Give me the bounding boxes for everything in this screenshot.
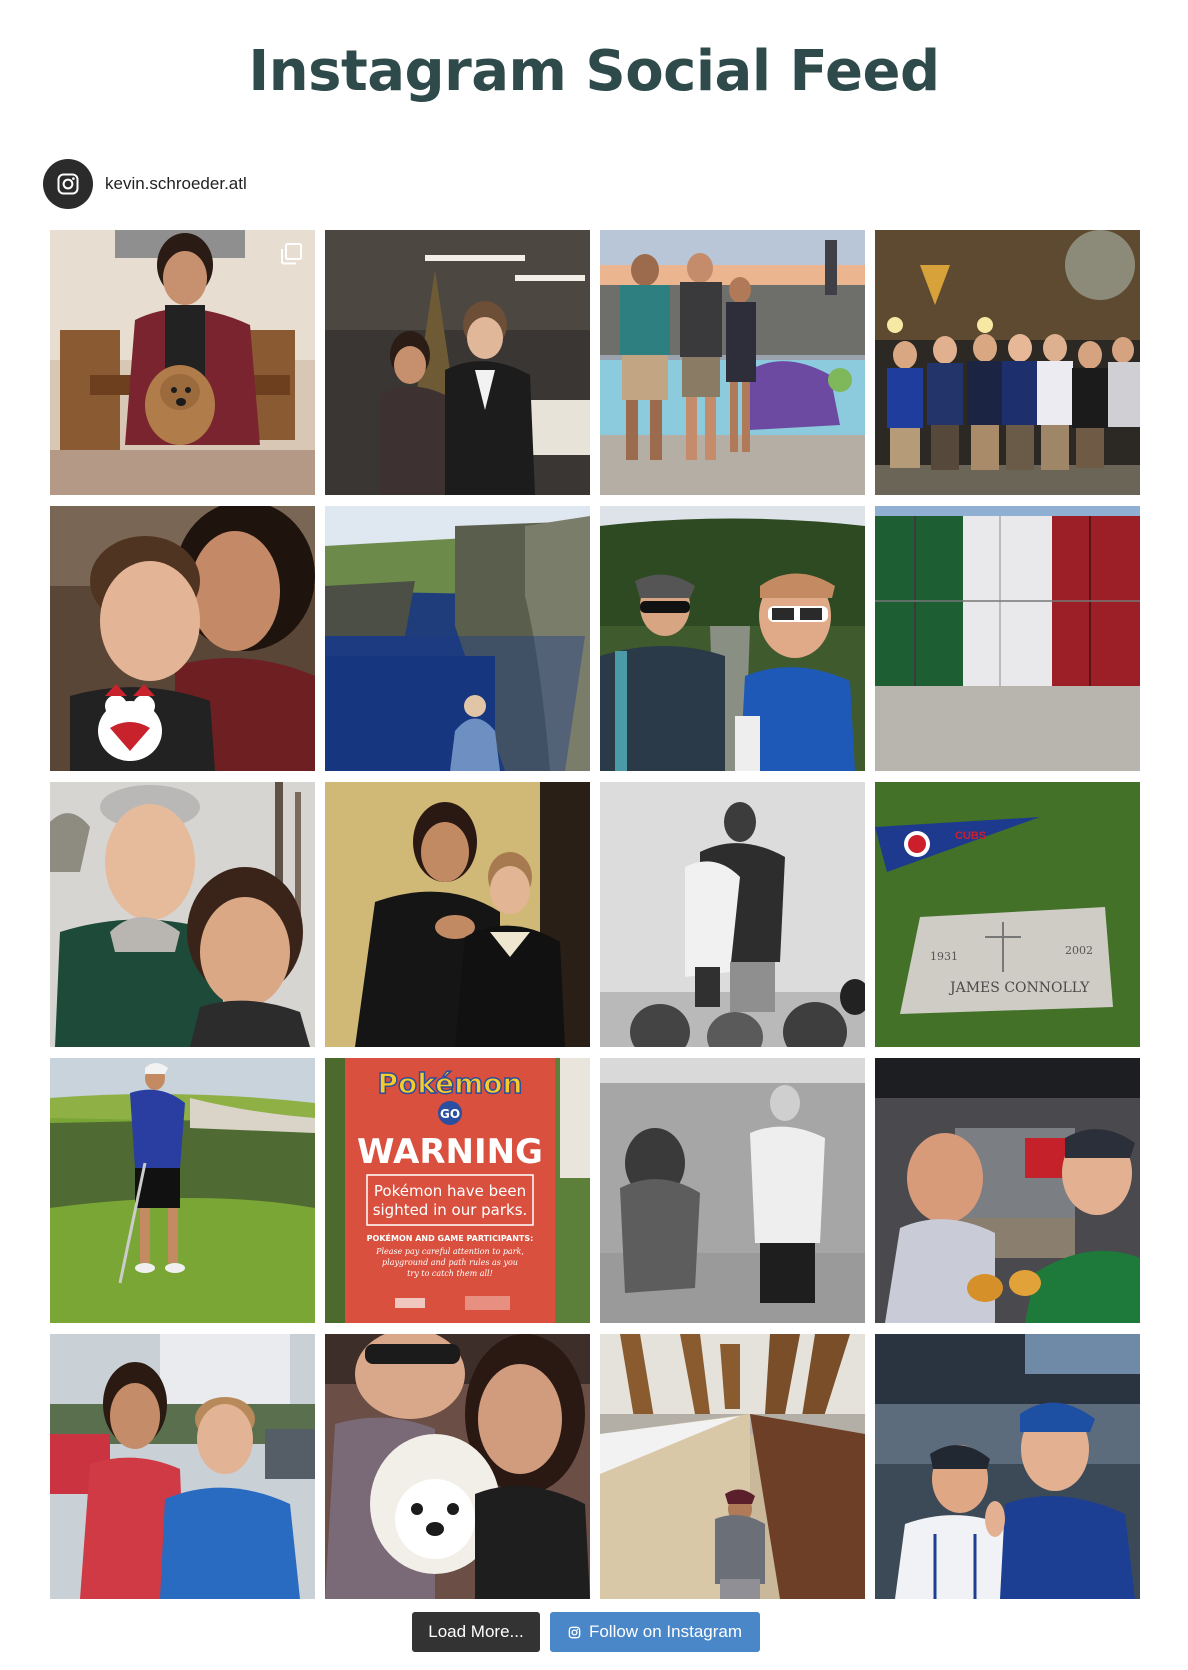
instagram-icon[interactable] <box>43 159 93 209</box>
grave-name: JAMES CONNOLLY <box>948 980 1090 996</box>
photo-grid: CUBS 1931 2002 JAMES CONNOLLY Pokémon GO… <box>50 230 1140 1599</box>
sign-note-line3: try to catch them all! <box>407 1269 493 1278</box>
follow-button-label: Follow on Instagram <box>588 1622 743 1641</box>
grave-year-start: 1931 <box>930 950 958 963</box>
post-pokemon-go-warning-sign[interactable]: Pokémon GO WARNING Pokémon have been sig… <box>325 1058 590 1323</box>
post-couple-selfie-car[interactable] <box>50 1334 315 1599</box>
post-couple-dark-room[interactable] <box>325 782 590 1047</box>
post-friends-bar-selfie[interactable] <box>875 1058 1140 1323</box>
post-couple-selfie-ornament[interactable] <box>50 506 315 771</box>
profile-header[interactable]: kevin.schroeder.atl <box>43 158 247 210</box>
post-bridge-walkway[interactable] <box>600 1334 865 1599</box>
profile-username[interactable]: kevin.schroeder.atl <box>105 174 247 194</box>
post-cubs-pennant-grave[interactable]: CUBS 1931 2002 JAMES CONNOLLY <box>875 782 1140 1047</box>
instagram-icon <box>568 1626 581 1639</box>
post-couple-christmas-tree[interactable] <box>325 230 590 495</box>
pennant-text: CUBS <box>955 830 986 842</box>
follow-on-instagram-button[interactable]: Follow on Instagram <box>550 1612 760 1652</box>
pokemon-brand: Pokémon <box>378 1067 523 1100</box>
post-cliffs-ocean[interactable] <box>325 506 590 771</box>
sign-line2: sighted in our parks. <box>373 1201 528 1219</box>
post-golf-swing[interactable] <box>50 1058 315 1323</box>
sign-note-line1: Please pay careful attention to park, <box>375 1247 524 1256</box>
post-couple-selfie-trees[interactable] <box>50 782 315 1047</box>
sign-headline: WARNING <box>357 1132 543 1172</box>
post-group-outside-bar[interactable] <box>875 230 1140 495</box>
post-three-friends-mural-skyline[interactable] <box>600 230 865 495</box>
post-italian-flag-wall[interactable] <box>875 506 1140 771</box>
load-more-button[interactable]: Load More... <box>412 1612 540 1652</box>
sign-line1: Pokémon have been <box>374 1182 526 1200</box>
grave-year-end: 2002 <box>1065 944 1093 957</box>
multiple-photos-icon <box>281 243 302 265</box>
page-title: Instagram Social Feed <box>248 39 940 104</box>
post-hug-black-white[interactable] <box>600 782 865 1047</box>
post-hiking-selfie-waterfall[interactable] <box>600 506 865 771</box>
post-couple-with-puppy[interactable] <box>325 1334 590 1599</box>
post-black-white-proposal[interactable] <box>600 1058 865 1323</box>
post-baseball-stadium-selfie[interactable] <box>875 1334 1140 1599</box>
sign-note-line2: playground and path rules as you <box>382 1258 518 1267</box>
feed-actions: Load More... Follow on Instagram <box>0 1612 1180 1652</box>
post-couple-with-dog-dining-room[interactable] <box>50 230 315 495</box>
pokemon-go: GO <box>440 1107 460 1121</box>
sign-note-title: POKÉMON AND GAME PARTICIPANTS: <box>367 1232 534 1243</box>
